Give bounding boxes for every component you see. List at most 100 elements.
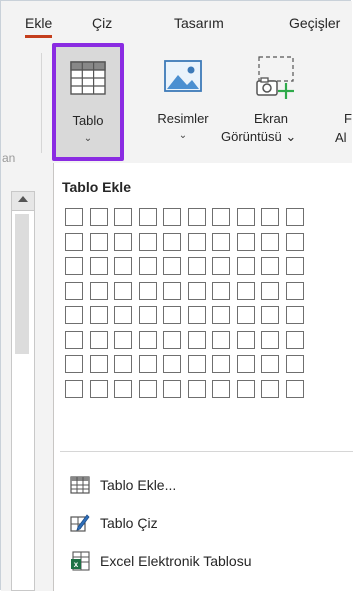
grid-cell[interactable] <box>188 331 206 349</box>
grid-cell[interactable] <box>237 306 255 324</box>
grid-cell[interactable] <box>188 257 206 275</box>
grid-cell[interactable] <box>212 282 230 300</box>
grid-cell[interactable] <box>90 208 108 226</box>
grid-cell[interactable] <box>188 355 206 373</box>
tab-ekle[interactable]: Ekle <box>25 15 52 31</box>
grid-cell[interactable] <box>212 306 230 324</box>
grid-cell[interactable] <box>163 257 181 275</box>
grid-cell[interactable] <box>261 257 279 275</box>
grid-cell[interactable] <box>286 306 304 324</box>
menu-item-tablo-ekle[interactable]: Tablo Ekle... <box>54 467 353 503</box>
grid-cell[interactable] <box>286 282 304 300</box>
grid-cell[interactable] <box>163 282 181 300</box>
grid-cell[interactable] <box>90 257 108 275</box>
grid-cell[interactable] <box>286 233 304 251</box>
grid-cell[interactable] <box>65 306 83 324</box>
grid-cell[interactable] <box>90 233 108 251</box>
grid-cell[interactable] <box>163 355 181 373</box>
tab-tasarim[interactable]: Tasarım <box>174 15 224 31</box>
grid-cell[interactable] <box>261 208 279 226</box>
grid-cell[interactable] <box>237 208 255 226</box>
grid-cell[interactable] <box>65 355 83 373</box>
grid-cell[interactable] <box>237 233 255 251</box>
grid-cell[interactable] <box>114 208 132 226</box>
grid-cell[interactable] <box>212 331 230 349</box>
grid-cell[interactable] <box>65 282 83 300</box>
grid-cell[interactable] <box>237 257 255 275</box>
grid-cell[interactable] <box>139 282 157 300</box>
scroll-thumb[interactable] <box>15 214 29 354</box>
tablo-button[interactable]: Tablo ⌄ <box>52 43 124 161</box>
grid-cell[interactable] <box>114 233 132 251</box>
grid-cell[interactable] <box>139 380 157 398</box>
grid-cell[interactable] <box>286 331 304 349</box>
grid-cell[interactable] <box>188 380 206 398</box>
grid-cell[interactable] <box>212 355 230 373</box>
tab-ciz[interactable]: Çiz <box>92 15 112 31</box>
grid-cell[interactable] <box>286 380 304 398</box>
grid-cell[interactable] <box>65 257 83 275</box>
grid-cell[interactable] <box>90 380 108 398</box>
grid-cell[interactable] <box>237 331 255 349</box>
grid-cell[interactable] <box>212 257 230 275</box>
menu-item-excel[interactable]: x Excel Elektronik Tablosu <box>54 543 353 579</box>
grid-cell[interactable] <box>114 257 132 275</box>
grid-cell[interactable] <box>114 306 132 324</box>
grid-cell[interactable] <box>163 233 181 251</box>
grid-cell[interactable] <box>261 380 279 398</box>
grid-cell[interactable] <box>139 331 157 349</box>
truncated-ribbon-label-top: F <box>344 111 352 126</box>
grid-cell[interactable] <box>114 331 132 349</box>
grid-cell[interactable] <box>90 355 108 373</box>
grid-cell[interactable] <box>261 306 279 324</box>
grid-cell[interactable] <box>261 331 279 349</box>
grid-cell[interactable] <box>237 380 255 398</box>
chevron-down-icon: ⌄ <box>178 130 188 141</box>
grid-cell[interactable] <box>237 282 255 300</box>
grid-cell[interactable] <box>188 233 206 251</box>
grid-cell[interactable] <box>261 282 279 300</box>
grid-cell[interactable] <box>139 257 157 275</box>
menu-divider <box>60 451 353 452</box>
grid-cell[interactable] <box>139 306 157 324</box>
grid-cell[interactable] <box>114 282 132 300</box>
grid-cell[interactable] <box>139 208 157 226</box>
grid-cell[interactable] <box>261 233 279 251</box>
grid-cell[interactable] <box>163 380 181 398</box>
ekran-goruntusu-button[interactable]: Ekran Görüntüsü ⌄ <box>221 111 311 145</box>
resimler-button[interactable]: Resimler ⌄ <box>141 111 225 141</box>
grid-cell[interactable] <box>188 306 206 324</box>
grid-cell[interactable] <box>212 208 230 226</box>
grid-cell[interactable] <box>90 306 108 324</box>
grid-cell[interactable] <box>163 208 181 226</box>
scroll-up-button[interactable] <box>12 192 34 211</box>
grid-cell[interactable] <box>163 306 181 324</box>
arrow-up-icon <box>18 196 28 202</box>
chevron-down-icon: ⌄ <box>83 133 93 144</box>
grid-cell[interactable] <box>65 208 83 226</box>
grid-cell[interactable] <box>212 233 230 251</box>
grid-cell[interactable] <box>286 355 304 373</box>
grid-cell[interactable] <box>65 380 83 398</box>
grid-cell[interactable] <box>65 331 83 349</box>
grid-cell[interactable] <box>139 233 157 251</box>
truncated-ribbon-label-bottom: Al <box>335 130 347 145</box>
ribbon-tab-bar: Ekle Çiz Tasarım Geçişler <box>1 1 352 41</box>
grid-cell[interactable] <box>163 331 181 349</box>
grid-cell[interactable] <box>188 282 206 300</box>
grid-cell[interactable] <box>261 355 279 373</box>
grid-cell[interactable] <box>286 257 304 275</box>
vertical-scrollbar[interactable] <box>11 191 35 591</box>
grid-cell[interactable] <box>237 355 255 373</box>
grid-cell[interactable] <box>139 355 157 373</box>
grid-cell[interactable] <box>188 208 206 226</box>
menu-item-tablo-ciz[interactable]: Tablo Çiz <box>54 505 353 541</box>
tab-gecisler[interactable]: Geçişler <box>289 15 340 31</box>
grid-cell[interactable] <box>65 233 83 251</box>
grid-cell[interactable] <box>90 331 108 349</box>
grid-cell[interactable] <box>212 380 230 398</box>
grid-cell[interactable] <box>286 208 304 226</box>
grid-cell[interactable] <box>114 380 132 398</box>
grid-cell[interactable] <box>114 355 132 373</box>
grid-cell[interactable] <box>90 282 108 300</box>
